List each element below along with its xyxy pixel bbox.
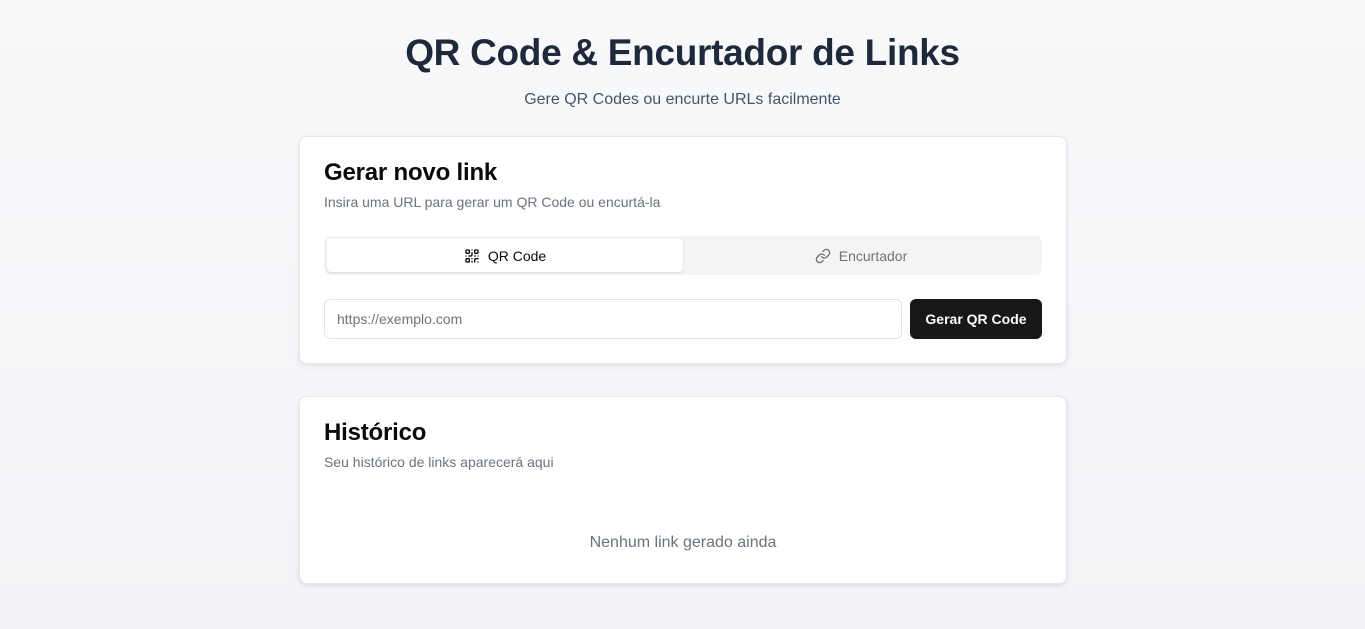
history-card-title: Histórico bbox=[324, 419, 427, 446]
url-input[interactable] bbox=[324, 299, 902, 339]
history-card-description: Seu histórico de links aparecerá aqui bbox=[324, 454, 554, 470]
generate-link-card: Gerar novo link Insira uma URL para gera… bbox=[299, 136, 1067, 364]
page-header: QR Code & Encurtador de Links Gere QR Co… bbox=[0, 0, 1365, 111]
tab-qr-code[interactable]: QR Code bbox=[327, 239, 683, 272]
link-icon bbox=[815, 248, 831, 263]
tab-qr-code-label: QR Code bbox=[487, 247, 547, 264]
tab-encurtador-label: Encurtador bbox=[838, 247, 908, 264]
generate-qr-code-button[interactable]: Gerar QR Code bbox=[910, 299, 1042, 339]
history-empty-state: Nenhum link gerado ainda bbox=[589, 534, 777, 551]
tab-encurtador[interactable]: Encurtador bbox=[683, 239, 1039, 272]
page-subtitle: Gere QR Codes ou encurte URLs facilmente bbox=[524, 91, 841, 108]
url-form: Gerar QR Code bbox=[324, 299, 1042, 339]
page-title: QR Code & Encurtador de Links bbox=[405, 32, 960, 73]
generate-card-description: Insira uma URL para gerar um QR Code ou … bbox=[324, 194, 661, 210]
generate-card-title: Gerar novo link bbox=[324, 159, 498, 186]
history-card: Histórico Seu histórico de links aparece… bbox=[299, 396, 1067, 584]
page: QR Code & Encurtador de Links Gere QR Co… bbox=[0, 0, 1365, 629]
mode-tabs: QR Code Encurtador bbox=[324, 236, 1042, 275]
qr-code-icon bbox=[465, 248, 479, 263]
